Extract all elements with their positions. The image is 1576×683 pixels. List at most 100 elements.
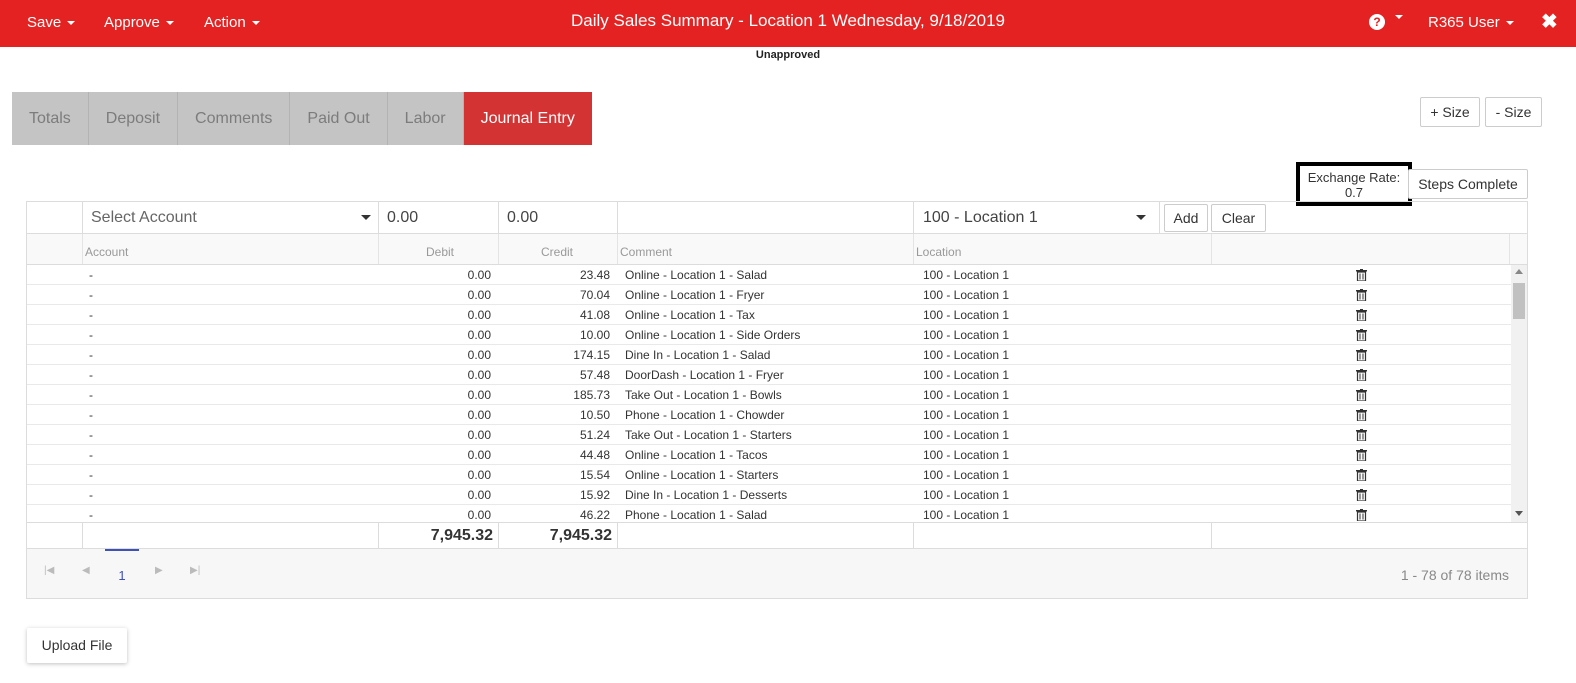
close-icon[interactable]: ✖ [1541, 9, 1558, 34]
scrollbar-thumb[interactable] [1513, 283, 1525, 319]
row-debit: 0.00 [467, 268, 491, 282]
row-comment: Take Out - Location 1 - Starters [625, 428, 792, 442]
row-location: 100 - Location 1 [923, 508, 1010, 522]
column-header-credit[interactable]: Credit [499, 234, 618, 264]
user-menu[interactable]: R365 User [1428, 14, 1514, 31]
trash-icon[interactable] [1356, 429, 1367, 441]
trash-icon[interactable] [1356, 329, 1367, 341]
tab-comments[interactable]: Comments [178, 92, 291, 145]
column-header-location[interactable]: Location [914, 234, 1212, 264]
trash-icon[interactable] [1356, 269, 1367, 281]
table-row[interactable]: - 0.00 23.48 Online - Location 1 - Salad… [27, 265, 1511, 285]
credit-input[interactable]: 0.00 [499, 202, 618, 233]
tab-labor[interactable]: Labor [387, 92, 464, 145]
trash-icon[interactable] [1356, 409, 1367, 421]
dropdown-arrow-icon[interactable] [1136, 215, 1146, 220]
clear-button[interactable]: Clear [1211, 204, 1266, 232]
row-credit: 23.48 [579, 268, 610, 282]
tab-paid-out[interactable]: Paid Out [290, 92, 388, 145]
account-select[interactable]: Select Account [83, 202, 379, 233]
table-row[interactable]: - 0.00 44.48 Online - Location 1 - Tacos… [27, 445, 1511, 465]
scroll-up-arrow-icon[interactable] [1515, 269, 1523, 274]
entry-spacer [27, 202, 83, 233]
steps-complete-button[interactable]: Steps Complete [1408, 169, 1528, 199]
row-account: - [89, 508, 93, 522]
row-location: 100 - Location 1 [923, 428, 1010, 442]
column-header-account[interactable]: Account [83, 234, 379, 264]
totals-account [83, 523, 379, 549]
row-credit: 10.00 [579, 328, 610, 342]
location-select-value: 100 - Location 1 [923, 209, 1038, 226]
table-row[interactable]: - 0.00 185.73 Take Out - Location 1 - Bo… [27, 385, 1511, 405]
help-icon[interactable]: ? [1369, 14, 1385, 30]
table-row[interactable]: - 0.00 57.48 DoorDash - Location 1 - Fry… [27, 365, 1511, 385]
dropdown-arrow-icon[interactable] [361, 215, 371, 220]
total-debit: 7,945.32 [379, 523, 499, 549]
chevron-down-icon [1505, 21, 1514, 26]
header-spacer [27, 234, 83, 264]
column-header-comment[interactable]: Comment [618, 234, 914, 264]
previous-page-icon[interactable]: ◀ [82, 565, 90, 576]
row-debit: 0.00 [467, 328, 491, 342]
row-comment: Phone - Location 1 - Salad [625, 508, 768, 522]
trash-icon[interactable] [1356, 389, 1367, 401]
row-comment: Online - Location 1 - Starters [625, 468, 779, 482]
trash-icon[interactable] [1356, 489, 1367, 501]
trash-icon[interactable] [1356, 349, 1367, 361]
row-debit: 0.00 [467, 408, 491, 422]
table-row[interactable]: - 0.00 41.08 Online - Location 1 - Tax 1… [27, 305, 1511, 325]
table-row[interactable]: - 0.00 10.00 Online - Location 1 - Side … [27, 325, 1511, 345]
upload-file-button[interactable]: Upload File [27, 628, 127, 663]
entry-row: Select Account 0.00 0.00 100 - Location … [27, 202, 1527, 234]
trash-icon[interactable] [1356, 369, 1367, 381]
column-header-debit[interactable]: Debit [379, 234, 499, 264]
row-credit: 57.48 [579, 368, 610, 382]
tab-totals[interactable]: Totals [12, 92, 89, 145]
decrease-size-button[interactable]: - Size [1485, 97, 1542, 127]
location-select[interactable]: 100 - Location 1 [914, 202, 1160, 233]
first-page-icon[interactable]: |◀ [44, 565, 54, 576]
last-page-icon[interactable]: ▶| [190, 565, 200, 576]
scroll-down-arrow-icon[interactable] [1515, 511, 1523, 516]
increase-size-button[interactable]: + Size [1420, 97, 1480, 127]
table-row[interactable]: - 0.00 51.24 Take Out - Location 1 - Sta… [27, 425, 1511, 445]
row-location: 100 - Location 1 [923, 328, 1010, 342]
trash-icon[interactable] [1356, 289, 1367, 301]
add-button[interactable]: Add [1164, 204, 1208, 232]
row-debit: 0.00 [467, 428, 491, 442]
tab-deposit[interactable]: Deposit [88, 92, 179, 145]
row-location: 100 - Location 1 [923, 348, 1010, 362]
totals-row: 7,945.32 7,945.32 [27, 522, 1527, 549]
journal-entry-grid: Select Account 0.00 0.00 100 - Location … [26, 201, 1528, 599]
table-row[interactable]: - 0.00 10.50 Phone - Location 1 - Chowde… [27, 405, 1511, 425]
page-number-current[interactable]: 1 [105, 549, 139, 589]
row-location: 100 - Location 1 [923, 288, 1010, 302]
trash-icon[interactable] [1356, 509, 1367, 521]
trash-icon[interactable] [1356, 449, 1367, 461]
totals-location [914, 523, 1212, 549]
comment-input[interactable] [618, 202, 914, 233]
row-location: 100 - Location 1 [923, 308, 1010, 322]
chevron-down-icon[interactable] [1395, 15, 1403, 19]
vertical-scrollbar[interactable] [1511, 265, 1527, 522]
row-comment: Online - Location 1 - Tax [625, 308, 755, 322]
table-row[interactable]: - 0.00 15.54 Online - Location 1 - Start… [27, 465, 1511, 485]
row-location: 100 - Location 1 [923, 268, 1010, 282]
row-debit: 0.00 [467, 308, 491, 322]
row-debit: 0.00 [467, 348, 491, 362]
tab-bar: Totals Deposit Comments Paid Out Labor J… [12, 92, 592, 145]
row-credit: 174.15 [573, 348, 610, 362]
account-select-placeholder: Select Account [91, 209, 197, 226]
status-label: Unapproved [755, 49, 821, 61]
table-row[interactable]: - 0.00 46.22 Phone - Location 1 - Salad … [27, 505, 1511, 522]
table-row[interactable]: - 0.00 70.04 Online - Location 1 - Fryer… [27, 285, 1511, 305]
tab-journal-entry[interactable]: Journal Entry [463, 92, 592, 145]
table-row[interactable]: - 0.00 15.92 Dine In - Location 1 - Dess… [27, 485, 1511, 505]
debit-input[interactable]: 0.00 [379, 202, 499, 233]
row-debit: 0.00 [467, 448, 491, 462]
trash-icon[interactable] [1356, 469, 1367, 481]
next-page-icon[interactable]: ▶ [155, 565, 163, 576]
row-location: 100 - Location 1 [923, 388, 1010, 402]
trash-icon[interactable] [1356, 309, 1367, 321]
table-row[interactable]: - 0.00 174.15 Dine In - Location 1 - Sal… [27, 345, 1511, 365]
